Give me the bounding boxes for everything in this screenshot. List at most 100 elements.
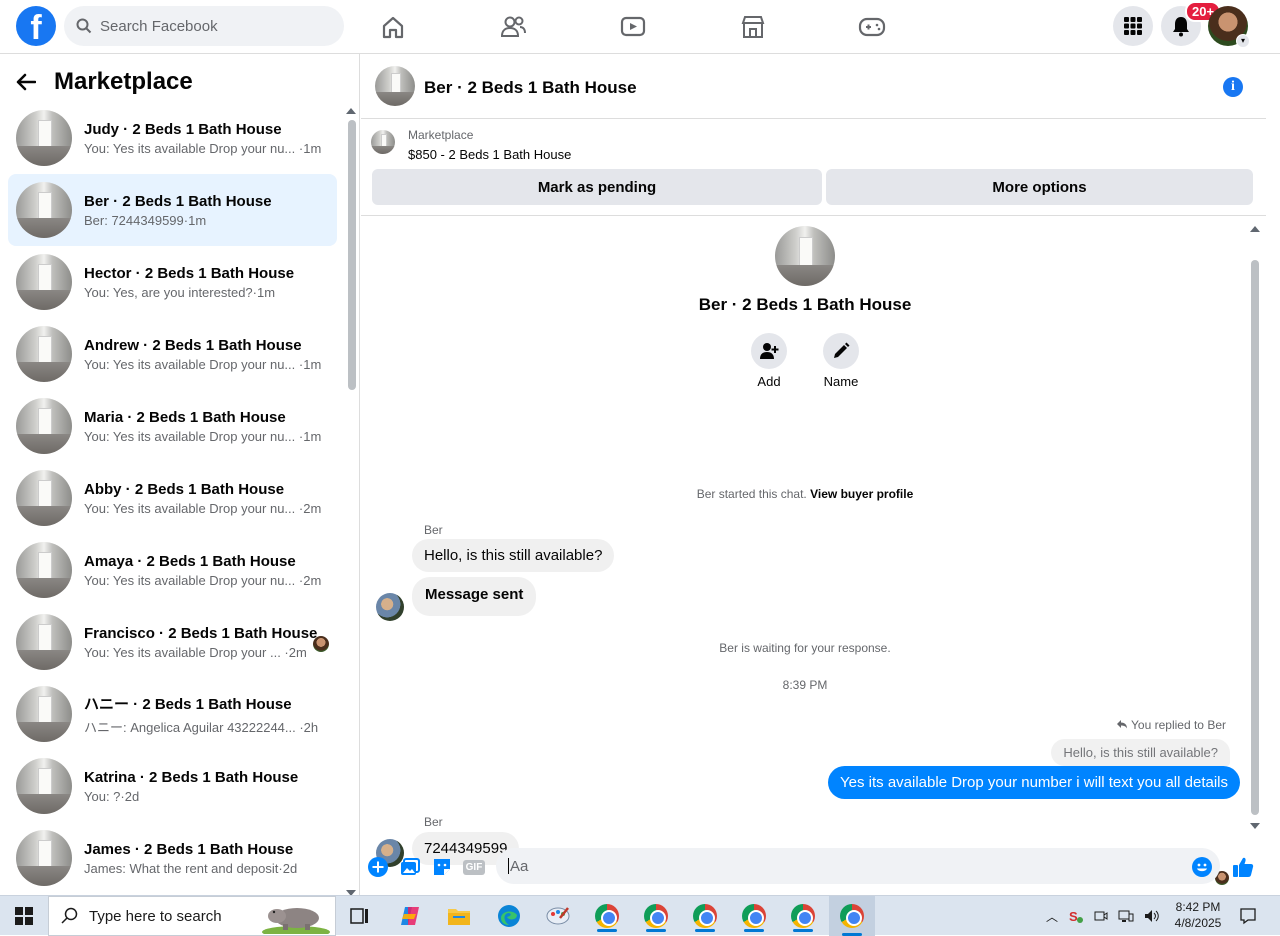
- chevron-up-icon[interactable]: ︿: [1046, 908, 1058, 925]
- sidebar-scrollbar[interactable]: [346, 106, 356, 895]
- sender-avatar[interactable]: [376, 593, 404, 621]
- timestamp: 8:39 PM: [782, 678, 828, 692]
- listing-thumbnail: [16, 830, 72, 886]
- file-explorer-icon[interactable]: [443, 900, 475, 932]
- conversation-item[interactable]: Judy · 2 Beds 1 Bath House You: Yes its a…: [8, 102, 337, 174]
- listing-thumbnail: [16, 110, 72, 166]
- account-avatar[interactable]: ▾: [1208, 6, 1250, 48]
- back-arrow-icon[interactable]: [16, 73, 36, 91]
- incoming-message[interactable]: Hello, is this still available?: [412, 539, 615, 572]
- chat-title[interactable]: Ber · 2 Beds 1 Bath House: [424, 78, 637, 98]
- conversation-preview: You: Yes its available Drop your nu... ·…: [84, 428, 322, 444]
- marketplace-icon[interactable]: [738, 12, 768, 42]
- sticker-icon[interactable]: [431, 856, 453, 878]
- top-navigation-bar: f Search Facebook 20+ ▾: [0, 0, 1280, 54]
- started-text: Ber started this chat.: [696, 487, 807, 501]
- waiting-note: Ber is waiting for your response.: [719, 641, 891, 655]
- search-icon: [76, 18, 92, 34]
- conversation-name: Hector · 2 Beds 1 Bath House: [84, 264, 295, 282]
- listing-title[interactable]: $850 - 2 Beds 1 Bath House: [408, 147, 571, 162]
- scroll-down-arrow-icon[interactable]: [1250, 823, 1260, 829]
- listing-thumbnail: [16, 182, 72, 238]
- listing-thumbnail: [16, 398, 72, 454]
- network-icon[interactable]: [1118, 909, 1134, 923]
- emoji-icon[interactable]: [1191, 856, 1213, 878]
- edge-browser-icon[interactable]: [493, 900, 525, 932]
- conversation-item[interactable]: ハニー · 2 Beds 1 Bath House ハニー: Angelica A…: [8, 678, 337, 750]
- name-label: Name: [823, 374, 859, 389]
- conversation-name: Amaya · 2 Beds 1 Bath House: [84, 552, 296, 570]
- paint-app-icon[interactable]: [542, 900, 574, 932]
- plus-icon[interactable]: [367, 856, 389, 878]
- replied-note: You replied to Ber: [1116, 718, 1226, 732]
- conversation-item[interactable]: James · 2 Beds 1 Bath House James: What t…: [8, 822, 337, 894]
- chrome-profile-icon[interactable]: [787, 900, 819, 932]
- conversation-item[interactable]: Francisco · 2 Beds 1 Bath House You: Yes …: [8, 606, 337, 678]
- conversation-item[interactable]: Abby · 2 Beds 1 Bath House You: Yes its a…: [8, 462, 337, 534]
- meet-now-icon[interactable]: [1094, 909, 1108, 923]
- taskbar-search-box[interactable]: Type here to search: [48, 896, 336, 936]
- conversation-list-panel: Marketplace Judy · 2 Beds 1 Bath House Yo…: [0, 54, 360, 895]
- outgoing-message[interactable]: Yes its available Drop your number i wil…: [828, 766, 1240, 799]
- conversation-item[interactable]: Amaya · 2 Beds 1 Bath House You: Yes its …: [8, 534, 337, 606]
- conversation-name: Maria · 2 Beds 1 Bath House: [84, 408, 286, 426]
- conversation-item-active[interactable]: Ber · 2 Beds 1 Bath House Ber: 7244349599…: [8, 174, 337, 246]
- info-icon[interactable]: i: [1223, 77, 1243, 97]
- chrome-profile-icon[interactable]: [640, 900, 672, 932]
- facebook-logo[interactable]: f: [16, 6, 56, 46]
- chevron-down-icon: ▾: [1236, 34, 1250, 48]
- windows-start-icon[interactable]: [8, 900, 40, 932]
- incoming-message[interactable]: Message sent: [412, 577, 537, 616]
- windows-taskbar: Type here to search ︿ S 8:42 PM 4/8/2025: [0, 895, 1280, 936]
- like-thumb-icon[interactable]: [1232, 856, 1254, 878]
- security-app-icon[interactable]: S: [1068, 908, 1084, 924]
- scroll-up-arrow-icon[interactable]: [1250, 226, 1260, 232]
- friends-icon[interactable]: [498, 12, 528, 42]
- chrome-profile-icon[interactable]: [689, 900, 721, 932]
- add-action[interactable]: Add: [739, 333, 799, 389]
- conversation-item[interactable]: Katrina · 2 Beds 1 Bath House You: ?·2d: [8, 750, 337, 822]
- svg-text:S: S: [1069, 909, 1078, 924]
- chrome-profile-icon-active[interactable]: [829, 896, 875, 936]
- hippo-search-highlight-icon: [262, 908, 330, 934]
- taskbar-clock[interactable]: 8:42 PM 4/8/2025: [1166, 899, 1230, 931]
- message-input[interactable]: Aa: [496, 848, 1220, 884]
- more-options-button[interactable]: More options: [826, 169, 1253, 205]
- gaming-icon[interactable]: [857, 12, 887, 42]
- search-facebook-input[interactable]: Search Facebook: [64, 6, 344, 46]
- replied-text: You replied to Ber: [1131, 718, 1226, 732]
- scrollbar-thumb[interactable]: [348, 120, 356, 390]
- chrome-icon[interactable]: [591, 900, 623, 932]
- photo-icon[interactable]: [399, 856, 421, 878]
- listing-thumbnail[interactable]: [371, 130, 395, 154]
- home-icon[interactable]: [378, 12, 408, 42]
- mark-as-pending-button[interactable]: Mark as pending: [372, 169, 822, 205]
- conversation-item[interactable]: Maria · 2 Beds 1 Bath House You: Yes its …: [8, 390, 337, 462]
- quoted-message[interactable]: Hello, is this still available?: [1051, 739, 1230, 766]
- chrome-profile-icon[interactable]: [738, 900, 770, 932]
- composer-placeholder: Aa: [510, 858, 529, 875]
- conversation-name: Judy · 2 Beds 1 Bath House: [84, 120, 282, 138]
- notification-center-icon[interactable]: [1232, 900, 1264, 932]
- conversation-avatar: [775, 226, 835, 286]
- conversation-name: Abby · 2 Beds 1 Bath House: [84, 480, 285, 498]
- task-view-icon[interactable]: [344, 900, 376, 932]
- chat-scrollbar[interactable]: [1250, 224, 1260, 829]
- scroll-up-arrow-icon[interactable]: [346, 108, 356, 114]
- listing-banner: Marketplace $850 - 2 Beds 1 Bath House M…: [361, 120, 1266, 216]
- listing-thumbnail: [16, 686, 72, 742]
- seen-avatar: [313, 636, 329, 652]
- copilot-icon[interactable]: [394, 900, 426, 932]
- scrollbar-thumb[interactable]: [1251, 260, 1259, 815]
- name-action[interactable]: Name: [811, 333, 871, 389]
- sender-name: Ber: [424, 523, 443, 537]
- conversation-item[interactable]: Andrew · 2 Beds 1 Bath House You: Yes its…: [8, 318, 337, 390]
- conversation-item[interactable]: Hector · 2 Beds 1 Bath House You: Yes, ar…: [8, 246, 337, 318]
- volume-icon[interactable]: [1144, 909, 1160, 923]
- system-tray: ︿ S: [1046, 896, 1160, 936]
- menu-grid-button[interactable]: [1113, 6, 1153, 46]
- chat-avatar[interactable]: [375, 66, 415, 106]
- gif-icon[interactable]: GIF: [462, 856, 486, 878]
- view-buyer-profile-link[interactable]: View buyer profile: [810, 487, 913, 501]
- watch-icon[interactable]: [618, 12, 648, 42]
